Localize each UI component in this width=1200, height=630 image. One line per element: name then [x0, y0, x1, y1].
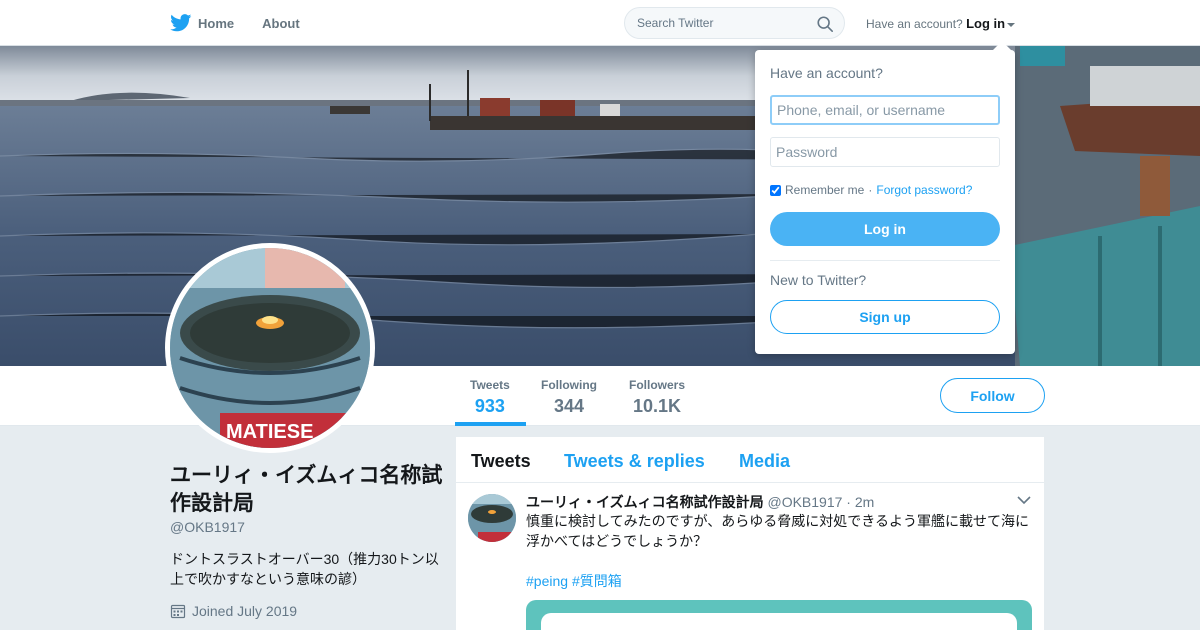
hashtag-link[interactable]: #質問箱 [572, 573, 622, 589]
tweet-text: 慎重に検討してみたのですが、あらゆる脅威に対処できるよう軍艦に載せて海に浮かべて… [526, 513, 1030, 549]
profile-joined-text: Joined July 2019 [192, 603, 298, 619]
tweet-author-handle[interactable]: @OKB1917 [767, 494, 842, 510]
stat-tweets-value: 933 [474, 396, 505, 416]
avatar-label: MATIESE [226, 421, 313, 443]
nav-about-label: About [262, 15, 300, 31]
tab-media[interactable]: Media [739, 451, 790, 472]
remember-row: Remember me · Forgot password? [770, 183, 972, 197]
profile-joined: Joined July 2019 [170, 603, 297, 619]
tweet-avatar[interactable] [468, 494, 516, 542]
tweet-hashtags: #peing #質問箱 [526, 571, 622, 591]
tweet-header: ユーリィ・イズムィコ名称試作設計局 @OKB1917 · 2m [526, 492, 874, 512]
signup-button[interactable]: Sign up [770, 300, 1000, 334]
tweet-author-name[interactable]: ユーリィ・イズムィコ名称試作設計局 [526, 494, 764, 510]
search-icon[interactable] [816, 15, 834, 33]
tab-tweets[interactable]: Tweets [471, 451, 531, 472]
caret-down-icon [1007, 22, 1016, 27]
account-prompt: Have an account? [866, 17, 963, 31]
stat-following-value: 344 [553, 396, 585, 416]
barrel-thumbnail [468, 494, 516, 542]
remember-checkbox[interactable] [770, 184, 781, 196]
tweet-time[interactable]: · 2m [846, 494, 874, 510]
follow-button[interactable]: Follow [940, 378, 1045, 413]
stat-tweets-label: Tweets [470, 378, 510, 392]
tweet-media-card-inner [541, 613, 1017, 630]
top-nav: Home About Have an account? Log in [0, 0, 1200, 46]
login-button[interactable]: Log in [770, 212, 1000, 246]
dropdown-divider [770, 260, 1000, 261]
tab-tweets-replies[interactable]: Tweets & replies [564, 451, 705, 472]
stat-following[interactable]: Following 344 [541, 378, 597, 417]
barrel-fire-image: MATIESE [170, 248, 370, 448]
profile-handle: @OKB1917 [170, 519, 245, 535]
nav-home[interactable]: Home [170, 14, 234, 32]
nav-about[interactable]: About [262, 16, 300, 31]
login-dropdown-toggle[interactable]: Log in [966, 16, 1016, 31]
login-toggle-label: Log in [966, 16, 1006, 31]
calendar-icon [170, 604, 186, 619]
search-box[interactable] [624, 7, 845, 39]
profile-avatar[interactable]: MATIESE [165, 243, 375, 453]
chevron-down-icon[interactable] [1017, 495, 1031, 505]
account-menu: Have an account? Log in [866, 16, 1016, 31]
stat-followers[interactable]: Followers 10.1K [629, 378, 685, 417]
password-field[interactable] [770, 137, 1000, 167]
twitter-bird-icon [170, 14, 192, 32]
search-input[interactable] [637, 16, 807, 30]
active-stat-underline [455, 422, 526, 426]
tweet-media-card[interactable] [526, 600, 1032, 630]
username-field[interactable] [770, 95, 1000, 125]
login-dropdown-title: Have an account? [770, 65, 883, 81]
new-to-twitter-text: New to Twitter? [770, 272, 867, 288]
dropdown-arrow [993, 41, 1011, 50]
timeline-tabs: Tweets Tweets & replies Media [456, 437, 1044, 483]
remember-separator: · [868, 183, 873, 197]
profile-name: ユーリィ・イズムィコ名称試作設計局 [170, 464, 443, 515]
stat-following-label: Following [541, 378, 597, 392]
remember-label: Remember me [785, 183, 865, 197]
hashtag-link[interactable]: #peing [526, 573, 568, 589]
stat-followers-value: 10.1K [632, 396, 682, 416]
forgot-password-link[interactable]: Forgot password? [876, 183, 972, 197]
stat-followers-label: Followers [629, 378, 686, 392]
login-dropdown: Have an account? Remember me · Forgot pa… [755, 50, 1015, 354]
nav-home-label: Home [198, 15, 235, 31]
timeline: Tweets Tweets & replies Media ユーリィ・イズムィコ… [456, 437, 1044, 630]
stat-tweets[interactable]: Tweets 933 [470, 378, 510, 417]
profile-bio: ドントスラストオーバー30（推力30トン以上で吹かすなという意味の諺） [170, 551, 439, 587]
nav-left: Home About [170, 0, 300, 46]
